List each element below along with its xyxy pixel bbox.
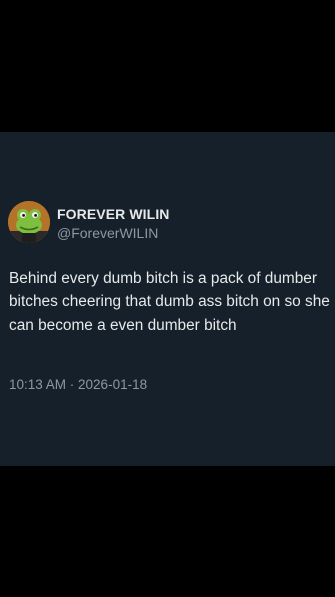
tweet-text: Behind every dumb bitch is a pack of dum… [9,270,330,334]
tweet-timestamp[interactable]: 10:13 AM · 2026-01-18 [9,377,147,392]
letterbox-bottom [0,466,335,597]
letterbox-top [0,0,335,132]
author-handle[interactable]: @ForeverWILIN [57,225,158,241]
author-display-name[interactable]: FOREVER WILIN [57,206,170,222]
profile-avatar[interactable] [8,201,50,243]
frog-avatar-icon [8,201,50,243]
